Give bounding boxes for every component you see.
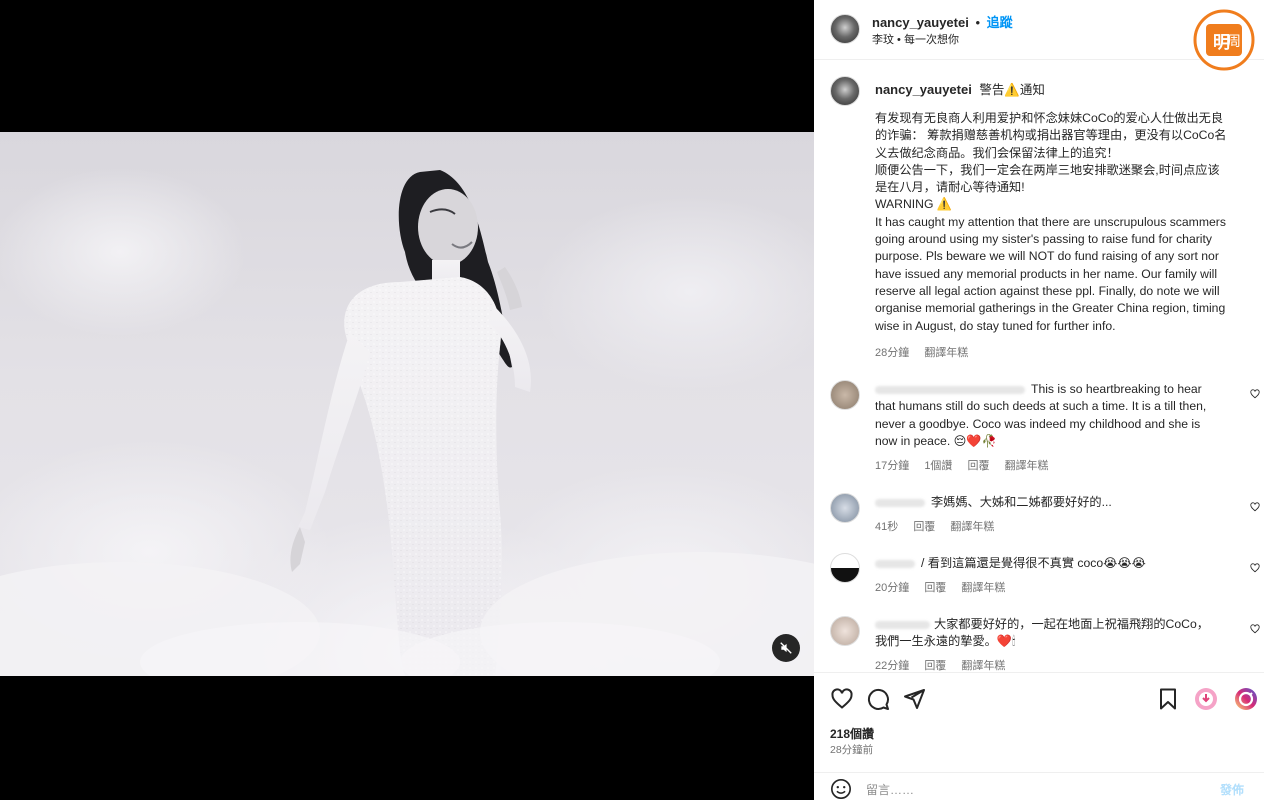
commenter-avatar[interactable] xyxy=(830,493,860,523)
comment-meta: 41秒 回覆 翻譯年糕 xyxy=(875,518,1006,534)
comment-heart-icon[interactable] xyxy=(1250,563,1260,573)
media-pane xyxy=(0,0,814,800)
speaker-muted-icon xyxy=(780,642,792,654)
caption-line: have issued any memorial products in her… xyxy=(875,266,1218,281)
comment-reply[interactable]: 回覆 xyxy=(924,582,946,594)
caption-line: 顺便公告一下，我们一定会在两岸三地安排歌迷聚会,时间点应该 xyxy=(875,162,1220,177)
comment-input[interactable]: 留言…… xyxy=(866,781,914,798)
comment-text: never a goodbye. Coco was indeed my chil… xyxy=(875,416,1201,431)
commenter-username[interactable] xyxy=(875,559,915,568)
caption-time[interactable]: 28分鐘 xyxy=(875,347,909,359)
smiley-icon[interactable] xyxy=(830,778,852,800)
comment-heart-icon[interactable] xyxy=(1250,389,1260,399)
separator-dot: • xyxy=(975,15,981,30)
comment-time[interactable]: 20分鐘 xyxy=(875,582,909,594)
caption-meta: 28分鐘 翻譯年糕 xyxy=(875,344,980,360)
heart-icon[interactable] xyxy=(830,687,854,711)
comment-heart-icon[interactable] xyxy=(1250,624,1260,634)
comment-text: / 看到這篇還是覺得很不真實 coco😭😭😭 xyxy=(921,556,1146,570)
comment-reply[interactable]: 回覆 xyxy=(968,460,990,472)
comment-reply[interactable]: 回覆 xyxy=(913,521,935,533)
comment-item: 大家都要好好的，一起在地面上祝福飛翔的CoCo， 我們一生永遠的摯愛。❤️🕯 xyxy=(875,616,1245,651)
commenter-username[interactable] xyxy=(875,498,925,507)
caption-username[interactable]: nancy_yauyetei xyxy=(875,82,972,97)
comment-translate[interactable]: 翻譯年糕 xyxy=(961,660,1005,671)
caption-line: purpose. Pls beware we will NOT do fund … xyxy=(875,249,1219,264)
comment-text: 我們一生永遠的摯愛。❤️🕯 xyxy=(875,634,1016,649)
comment-time[interactable]: 41秒 xyxy=(875,521,898,533)
paper-plane-icon[interactable] xyxy=(902,687,926,711)
comment-composer: 留言…… 發佈 xyxy=(814,772,1264,800)
comment-text: now in peace. 😔❤️🥀 xyxy=(875,433,997,448)
caption-line: going around using my sister's passing t… xyxy=(875,232,1212,247)
post-side-panel: nancy_yauyetei • 追蹤 李玟 • 每一次想你 明 周 nancy… xyxy=(814,0,1264,800)
caption-line: 的诈骗： 筹款捐赠慈善机构或捐出器官等理由，更没有以CoCo名 xyxy=(875,128,1227,143)
comment-text: 大家都要好好的，一起在地面上祝福飛翔的CoCo， xyxy=(934,617,1209,631)
caption-line: 有发现有无良商人利用爱护和怀念妹妹CoCo的爱心人仕做出无良 xyxy=(875,111,1224,125)
commenter-username[interactable] xyxy=(875,385,1025,394)
caption-line: 义去做纪念商品。我们会保留法律上的追究！ xyxy=(875,145,1119,160)
music-label[interactable]: 李玟 • 每一次想你 xyxy=(872,31,959,47)
comment-time[interactable]: 22分鐘 xyxy=(875,660,909,671)
caption-avatar[interactable] xyxy=(830,76,860,106)
caption-title: 警告⚠️通知 xyxy=(979,83,1045,97)
author-avatar[interactable] xyxy=(830,14,860,44)
comment-translate[interactable]: 翻譯年糕 xyxy=(1005,460,1049,472)
post-comment-button[interactable]: 發佈 xyxy=(1220,781,1244,798)
comment-time[interactable]: 17分鐘 xyxy=(875,460,909,472)
comment-text: This is so heartbreaking to hear xyxy=(1031,382,1202,396)
author-username[interactable]: nancy_yauyetei xyxy=(872,15,969,30)
comment-heart-icon[interactable] xyxy=(1250,502,1260,512)
comment-translate[interactable]: 翻譯年糕 xyxy=(961,582,1005,594)
commenter-avatar[interactable] xyxy=(830,553,860,583)
caption-translate[interactable]: 翻譯年糕 xyxy=(924,347,968,359)
comment-meta: 22分鐘 回覆 翻譯年糕 xyxy=(875,657,1017,671)
author-line: nancy_yauyetei • 追蹤 xyxy=(872,12,1013,31)
comment-item: This is so heartbreaking to hear that hu… xyxy=(875,381,1245,450)
photo-illustration xyxy=(0,170,814,676)
comment-item: 李媽媽、大姊和二姊都要好好的... xyxy=(875,494,1245,511)
caption-line: It has caught my attention that there ar… xyxy=(875,214,1226,229)
comment-text: 李媽媽、大姊和二姊都要好好的... xyxy=(931,495,1112,509)
comment-reply[interactable]: 回覆 xyxy=(924,660,946,671)
mute-button[interactable] xyxy=(772,634,800,662)
svg-text:周: 周 xyxy=(1227,34,1241,50)
caption-line: reserve all legal action against these p… xyxy=(875,283,1220,298)
commenter-avatar[interactable] xyxy=(830,616,860,646)
caption-body: 有发现有无良商人利用爱护和怀念妹妹CoCo的爱心人仕做出无良 的诈骗： 筹款捐赠… xyxy=(875,110,1255,335)
post-timestamp[interactable]: 28分鐘前 xyxy=(830,742,873,757)
caption-line: 是在八月，请耐心等待通知! xyxy=(875,180,1025,195)
caption-line: wise in August, do stay tuned for furthe… xyxy=(875,318,1116,333)
comment-meta: 17分鐘 1個讚 回覆 翻譯年糕 xyxy=(875,457,1061,473)
caption-line: WARNING ⚠️ xyxy=(875,197,953,212)
follow-button[interactable]: 追蹤 xyxy=(987,15,1013,30)
comment-text: that humans still do such deeds at such … xyxy=(875,399,1207,414)
caption-line: organise memorial gatherings in the Grea… xyxy=(875,301,1226,316)
post-actions: 218個讚 28分鐘前 xyxy=(814,672,1264,772)
comment-meta: 20分鐘 回覆 翻譯年糕 xyxy=(875,579,1017,595)
extension-gradient-icon[interactable] xyxy=(1234,687,1258,711)
extension-pink-icon[interactable] xyxy=(1194,687,1218,711)
bookmark-icon[interactable] xyxy=(1156,687,1180,711)
comment-likes[interactable]: 1個讚 xyxy=(924,460,952,472)
commenter-username[interactable] xyxy=(875,620,930,629)
comments-scroll-area[interactable]: nancy_yauyetei 警告⚠️通知 有发现有无良商人利用爱护和怀念妹妹C… xyxy=(814,61,1264,671)
post-photo[interactable] xyxy=(0,132,814,676)
caption-header: nancy_yauyetei 警告⚠️通知 xyxy=(875,79,1045,98)
commenter-avatar[interactable] xyxy=(830,380,860,410)
comment-item: / 看到這篇還是覺得很不真實 coco😭😭😭 xyxy=(875,555,1245,572)
comment-translate[interactable]: 翻譯年糕 xyxy=(950,521,994,533)
likes-count[interactable]: 218個讚 xyxy=(830,725,874,742)
speech-bubble-icon[interactable] xyxy=(866,687,890,711)
